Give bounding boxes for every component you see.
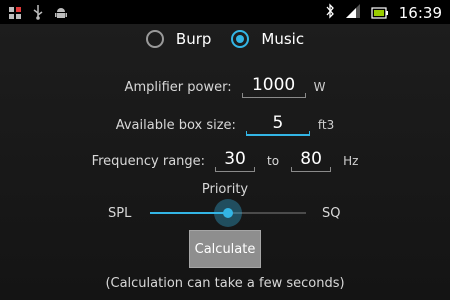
frequency-unit: Hz: [343, 154, 359, 168]
frequency-row: Frequency range: 30 to 80 Hz: [0, 149, 450, 172]
radio-selected-icon: [231, 30, 250, 48]
amplifier-label: Amplifier power:: [124, 79, 232, 95]
box-size-input[interactable]: 5: [245, 113, 310, 136]
priority-slider-thumb[interactable]: [214, 199, 242, 227]
multi-task-icon: [8, 5, 22, 24]
radio-label-burp: Burp: [175, 30, 212, 48]
amplifier-unit: W: [313, 80, 326, 94]
radio-label-music: Music: [261, 30, 305, 48]
usb-icon: [32, 4, 44, 24]
amplifier-row: Amplifier power: 1000 W: [0, 75, 450, 98]
mode-radio-group: Burp Music: [0, 30, 450, 48]
signal-icon: [345, 3, 361, 23]
priority-right-label: SQ: [322, 206, 341, 221]
frequency-label: Frequency range:: [91, 153, 206, 169]
amplifier-power-value: 1000: [251, 75, 296, 95]
battery-icon: [371, 4, 389, 23]
frequency-to-label: to: [267, 154, 280, 168]
radio-burp[interactable]: Burp: [145, 30, 212, 48]
box-size-label: Available box size:: [115, 117, 236, 133]
bluetooth-icon: [325, 3, 335, 23]
box-size-row: Available box size: 5 ft3: [0, 113, 450, 136]
box-size-unit: ft3: [317, 118, 335, 132]
priority-slider[interactable]: [150, 199, 306, 227]
calculation-note: (Calculation can take a few seconds): [105, 276, 345, 291]
priority-slider-row: SPL SQ: [0, 198, 450, 228]
priority-title: Priority: [201, 182, 249, 197]
frequency-to-input[interactable]: 80: [291, 149, 332, 172]
android-debug-icon: [54, 5, 68, 24]
calculate-button[interactable]: Calculate: [189, 230, 261, 268]
box-size-value: 5: [272, 113, 284, 133]
radio-unselected-icon: [145, 30, 164, 48]
radio-music[interactable]: Music: [231, 30, 304, 48]
frequency-from-value: 30: [224, 149, 246, 169]
frequency-to-value: 80: [300, 149, 322, 169]
frequency-from-input[interactable]: 30: [215, 149, 256, 172]
amplifier-power-input[interactable]: 1000: [241, 75, 306, 98]
priority-left-label: SPL: [108, 206, 132, 221]
status-time: 16:39: [398, 4, 442, 22]
status-bar: 16:39: [0, 0, 450, 24]
